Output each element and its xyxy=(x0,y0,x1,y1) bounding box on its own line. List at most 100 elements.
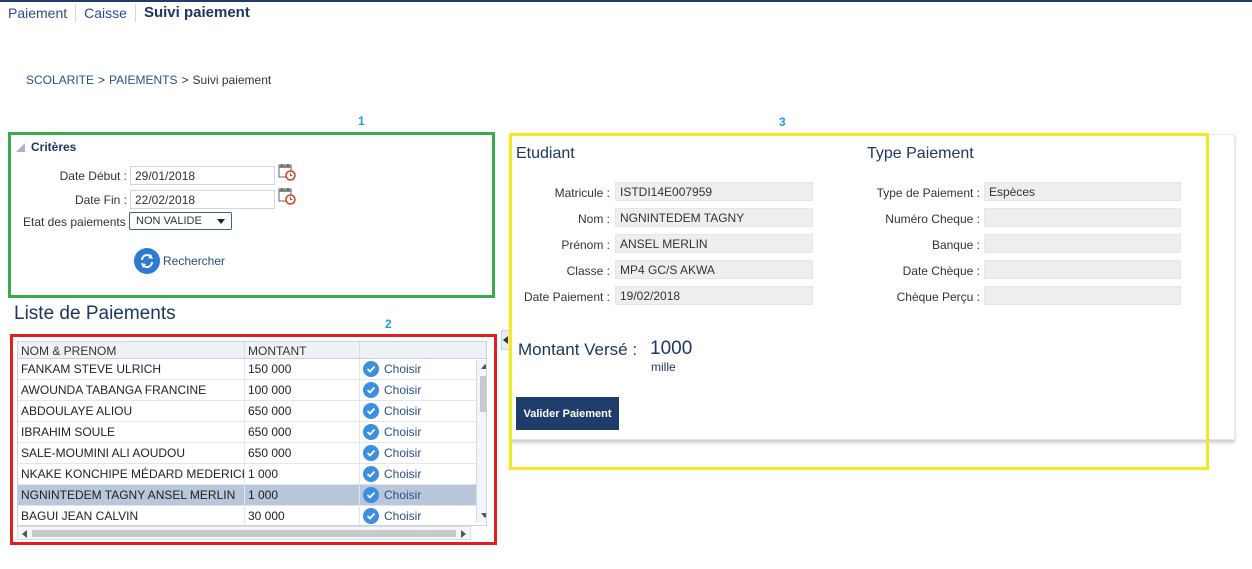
date-cheque-value xyxy=(984,260,1181,279)
date-paiement-value: 19/02/2018 xyxy=(615,286,813,305)
matricule-value: ISTDI14E007959 xyxy=(615,182,813,201)
tab-paiement[interactable]: Paiement xyxy=(0,4,75,22)
table-row[interactable]: FANKAM STEVE ULRICH 150 000 Choisir xyxy=(18,359,486,380)
prenom-value: ANSEL MERLIN xyxy=(615,234,813,253)
scroll-left-icon[interactable] xyxy=(22,530,27,538)
criteria-header[interactable]: Critères xyxy=(16,140,76,154)
classe-label: Classe : xyxy=(566,264,610,278)
choisir-label: Choisir xyxy=(384,509,422,523)
scroll-up-icon[interactable] xyxy=(481,364,486,369)
row-action: Choisir xyxy=(359,464,474,484)
nom-label: Nom : xyxy=(577,212,610,226)
calendar-clock-icon[interactable] xyxy=(278,187,296,205)
vertical-scrollbar[interactable] xyxy=(476,360,486,522)
scroll-thumb[interactable] xyxy=(32,530,456,537)
date-fin-label: Date Fin : xyxy=(74,192,127,207)
annotation-badge-3: 3 xyxy=(779,115,786,129)
valider-paiement-button[interactable]: Valider Paiement xyxy=(516,397,619,430)
table-row[interactable]: AWOUNDA TABANGA FRANCINE 100 000 Choisir xyxy=(18,380,486,401)
choisir-label: Choisir xyxy=(384,467,422,481)
column-header-action xyxy=(360,342,475,358)
choisir-button[interactable]: Choisir xyxy=(363,403,421,419)
cheque-percu-value xyxy=(984,286,1181,305)
row-action: Choisir xyxy=(359,422,474,442)
choisir-button[interactable]: Choisir xyxy=(363,445,421,461)
row-amount: 650 000 xyxy=(244,422,359,442)
table-row[interactable]: ABDOULAYE ALIOU 650 000 Choisir xyxy=(18,401,486,422)
horizontal-scrollbar[interactable] xyxy=(17,526,471,540)
column-header-name[interactable]: NOM & PRENOM xyxy=(18,342,245,358)
row-amount: 650 000 xyxy=(244,443,359,463)
choisir-label: Choisir xyxy=(384,362,422,376)
cheque-percu-label: Chèque Perçu : xyxy=(896,290,980,304)
classe-value: MP4 GC/S AKWA xyxy=(615,260,813,279)
table-row[interactable]: SALE-MOUMINI ALI AOUDOU 650 000 Choisir xyxy=(18,443,486,464)
etat-paiements-label: Etat des paiements xyxy=(23,215,126,229)
refresh-search-icon xyxy=(134,248,160,274)
date-cheque-label: Date Chèque : xyxy=(902,264,980,278)
type-paiement-title: Type Paiement xyxy=(867,145,974,162)
breadcrumb-paiements[interactable]: PAIEMENTS xyxy=(109,73,177,87)
column-header-amount[interactable]: MONTANT xyxy=(245,342,360,358)
table-row[interactable]: NKAKE KONCHIPE MÉDARD MEDERICK 1 000 Chois… xyxy=(18,464,486,485)
scroll-thumb[interactable] xyxy=(480,376,486,412)
row-action: Choisir xyxy=(359,506,474,525)
check-circle-icon xyxy=(363,466,379,482)
choisir-label: Choisir xyxy=(384,425,422,439)
check-circle-icon xyxy=(363,361,379,377)
check-circle-icon xyxy=(363,424,379,440)
date-fin-input[interactable] xyxy=(130,190,275,209)
choisir-button[interactable]: Choisir xyxy=(363,382,421,398)
prenom-label: Prénom : xyxy=(561,238,610,252)
choisir-button[interactable]: Choisir xyxy=(363,424,421,440)
annotation-badge-2: 2 xyxy=(385,317,392,331)
row-name: ABDOULAYE ALIOU xyxy=(21,404,133,418)
calendar-clock-icon[interactable] xyxy=(278,163,296,181)
date-fin-row: Date Fin : xyxy=(31,190,275,209)
date-debut-input[interactable] xyxy=(130,166,275,185)
check-circle-icon xyxy=(363,487,379,503)
table-row[interactable]: NGNINTEDEM TAGNY ANSEL MERLIN 1 000 Choisi… xyxy=(18,485,486,506)
row-amount: 150 000 xyxy=(244,359,359,379)
row-action: Choisir xyxy=(359,359,474,379)
tab-suivi-paiement[interactable]: Suivi paiement xyxy=(134,4,258,22)
collapse-triangle-icon xyxy=(16,142,25,152)
choisir-button[interactable]: Choisir xyxy=(363,508,421,524)
rechercher-label: Rechercher xyxy=(163,254,226,268)
choisir-button[interactable]: Choisir xyxy=(363,466,421,482)
montant-verse-value: 1000 xyxy=(650,338,693,359)
breadcrumb-separator: > xyxy=(181,73,189,87)
tab-caisse[interactable]: Caisse xyxy=(75,4,135,22)
row-name: IBRAHIM SOULE xyxy=(21,425,116,439)
choisir-button[interactable]: Choisir xyxy=(363,487,421,503)
rechercher-button[interactable]: Rechercher xyxy=(134,248,225,274)
date-paiement-label: Date Paiement : xyxy=(523,290,610,304)
scroll-down-icon[interactable] xyxy=(481,513,486,518)
annotation-badge-1: 1 xyxy=(358,114,365,128)
dropdown-arrow-icon xyxy=(217,218,225,224)
numero-cheque-label: Numéro Cheque : xyxy=(885,212,980,226)
type-paiement-value: Espèces xyxy=(984,182,1181,201)
breadcrumb-scolarite[interactable]: SCOLARITE xyxy=(26,73,94,87)
payments-grid: NOM & PRENOM MONTANT FANKAM STEVE ULRICH… xyxy=(17,341,487,526)
payments-list-panel: NOM & PRENOM MONTANT FANKAM STEVE ULRICH… xyxy=(10,334,497,545)
date-debut-label: Date Début : xyxy=(59,168,127,183)
table-row[interactable]: BAGUI JEAN CALVIN 30 000 Choisir xyxy=(18,506,486,525)
row-amount: 30 000 xyxy=(244,506,359,525)
row-action: Choisir xyxy=(359,443,474,463)
etat-paiements-select[interactable]: NON VALIDE xyxy=(129,212,232,230)
banque-label: Banque : xyxy=(931,238,980,252)
grid-body: FANKAM STEVE ULRICH 150 000 Choisir AWOUNDA… xyxy=(18,359,486,525)
scroll-right-icon[interactable] xyxy=(461,530,466,538)
choisir-label: Choisir xyxy=(384,488,422,502)
check-circle-icon xyxy=(363,382,379,398)
etudiant-title: Etudiant xyxy=(516,145,575,162)
check-circle-icon xyxy=(363,403,379,419)
numero-cheque-value xyxy=(984,208,1181,227)
breadcrumb-separator: > xyxy=(98,73,106,87)
table-row[interactable]: IBRAHIM SOULE 650 000 Choisir xyxy=(18,422,486,443)
row-name: BAGUI JEAN CALVIN xyxy=(21,509,139,523)
choisir-button[interactable]: Choisir xyxy=(363,361,421,377)
criteria-title: Critères xyxy=(31,140,77,154)
chevron-left-icon xyxy=(503,336,508,344)
